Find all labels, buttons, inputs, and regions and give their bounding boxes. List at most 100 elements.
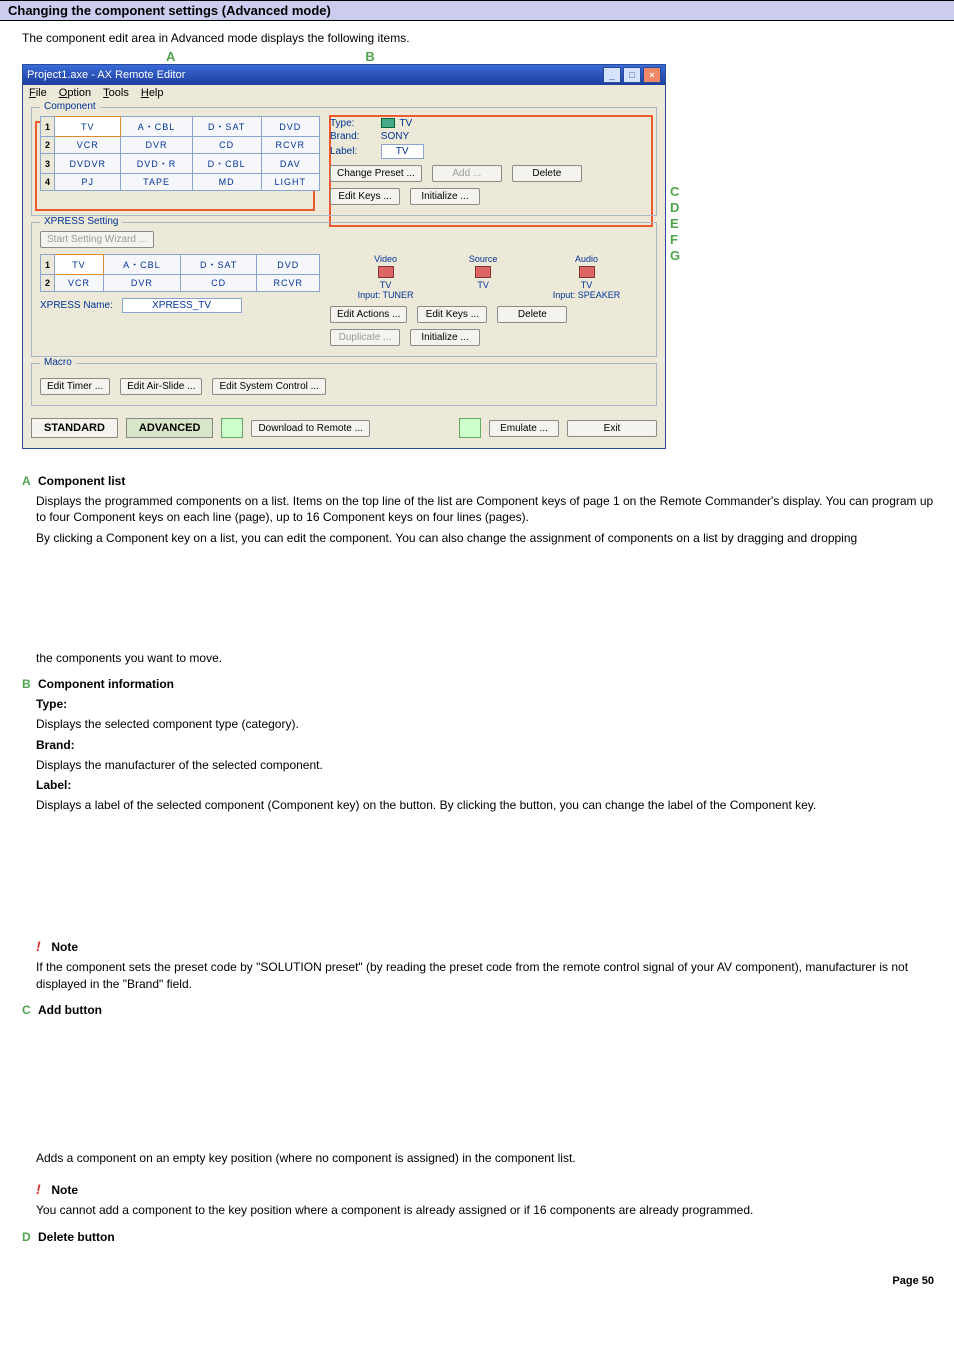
edit-airslide-button[interactable]: Edit Air-Slide ...	[120, 378, 202, 395]
component-key[interactable]: DVDVR	[55, 154, 121, 174]
b-label-d: Displays a label of the selected compone…	[22, 797, 942, 813]
avs-video-val: TV	[358, 280, 414, 290]
section-a-p2: By clicking a Component key on a list, y…	[22, 530, 942, 546]
maximize-icon[interactable]: □	[623, 67, 641, 83]
row-idx: 4	[41, 174, 55, 191]
component-key[interactable]: A・CBL	[121, 117, 192, 137]
duplicate-button[interactable]: Duplicate ...	[330, 329, 400, 346]
type-label: Type:	[330, 118, 378, 129]
component-key[interactable]: RCVR	[261, 137, 319, 154]
section-c-title: Add button	[38, 1003, 102, 1017]
group-component-legend: Component	[40, 101, 100, 112]
b-type-k: Type:	[36, 697, 67, 711]
c-note-head: ! Note	[22, 1180, 942, 1198]
row-idx: 2	[41, 137, 55, 154]
section-d-title: Delete button	[38, 1230, 115, 1244]
avs-source-val: TV	[469, 280, 498, 290]
intro-text: The component edit area in Advanced mode…	[0, 21, 954, 49]
callout-g: G	[666, 248, 680, 264]
avs-audio-label: Audio	[553, 254, 621, 264]
xpress-name-field[interactable]: XPRESS_TV	[122, 298, 242, 313]
xpress-delete-button[interactable]: Delete	[497, 306, 567, 323]
add-button[interactable]: Add ...	[432, 165, 502, 182]
section-b-head: B Component information	[22, 676, 942, 692]
edit-actions-button[interactable]: Edit Actions ...	[330, 306, 407, 323]
edit-syscontrol-button[interactable]: Edit System Control ...	[212, 378, 325, 395]
callout-d: D	[666, 200, 680, 216]
component-key[interactable]: TAPE	[121, 174, 192, 191]
component-key[interactable]: VCR	[55, 137, 121, 154]
tv-icon	[381, 118, 395, 128]
component-key[interactable]: DVD・R	[121, 154, 192, 174]
section-b-title: Component information	[38, 677, 174, 691]
bottom-bar: STANDARD ADVANCED Download to Remote ...…	[23, 412, 665, 448]
callout-c: C	[666, 184, 680, 200]
download-button[interactable]: Download to Remote ...	[251, 420, 370, 437]
component-key[interactable]: D・SAT	[192, 117, 261, 137]
menu-help[interactable]: Help	[141, 87, 164, 99]
xpress-key[interactable]: DVD	[257, 255, 320, 275]
warning-icon: !	[36, 937, 44, 951]
component-key[interactable]: LIGHT	[261, 174, 319, 191]
row-idx: 1	[41, 255, 55, 275]
section-heading: Changing the component settings (Advance…	[0, 0, 954, 21]
avs-video-label: Video	[358, 254, 414, 264]
tab-standard[interactable]: STANDARD	[31, 418, 118, 438]
xpress-edit-keys-button[interactable]: Edit Keys ...	[417, 306, 487, 323]
exit-button[interactable]: Exit	[567, 420, 657, 437]
component-key[interactable]: TV	[55, 117, 121, 137]
section-a-p3: the components you want to move.	[22, 650, 942, 666]
letter-b: B	[22, 677, 31, 691]
warning-icon: !	[36, 1180, 44, 1194]
group-xpress-legend: XPRESS Setting	[40, 216, 122, 227]
tab-advanced[interactable]: ADVANCED	[126, 418, 214, 438]
component-key[interactable]: DAV	[261, 154, 319, 174]
label-button[interactable]: TV	[381, 144, 424, 159]
xpress-key[interactable]: CD	[180, 275, 257, 292]
xpress-key[interactable]: A・CBL	[103, 255, 180, 275]
menu-option[interactable]: Option	[59, 87, 91, 99]
component-key[interactable]: DVR	[121, 137, 192, 154]
xpress-key[interactable]: RCVR	[257, 275, 320, 292]
tv-icon	[475, 266, 491, 278]
avs-source-label: Source	[469, 254, 498, 264]
component-key[interactable]: DVD	[261, 117, 319, 137]
start-wizard-button[interactable]: Start Setting Wizard ...	[40, 231, 154, 248]
group-macro: Macro Edit Timer ... Edit Air-Slide ... …	[31, 363, 657, 406]
brand-label: Brand:	[330, 131, 378, 142]
c-note-d: You cannot add a component to the key po…	[22, 1202, 942, 1218]
b-type-d: Displays the selected component type (ca…	[22, 716, 942, 732]
edit-keys-button[interactable]: Edit Keys ...	[330, 188, 400, 205]
component-key[interactable]: MD	[192, 174, 261, 191]
callout-b: B	[365, 49, 374, 64]
emulate-button[interactable]: Emulate ...	[489, 420, 559, 437]
minimize-icon[interactable]: _	[603, 67, 621, 83]
menu-tools[interactable]: Tools	[103, 87, 129, 99]
initialize-button[interactable]: Initialize ...	[410, 188, 480, 205]
xpress-key[interactable]: VCR	[55, 275, 104, 292]
row-idx: 3	[41, 154, 55, 174]
xpress-key[interactable]: TV	[55, 255, 104, 275]
xpress-initialize-button[interactable]: Initialize ...	[410, 329, 480, 346]
edit-timer-button[interactable]: Edit Timer ...	[40, 378, 110, 395]
page-number: Page 50	[0, 1245, 954, 1297]
menubar: File Option Tools Help	[23, 85, 665, 101]
remote-icon	[459, 418, 481, 438]
xpress-key[interactable]: DVR	[103, 275, 180, 292]
b-label-k: Label:	[36, 778, 71, 792]
c-note-title: Note	[51, 1183, 78, 1197]
wizard-icon[interactable]	[221, 418, 243, 438]
component-key[interactable]: D・CBL	[192, 154, 261, 174]
side-callouts: C D E F G	[666, 184, 680, 264]
group-xpress: XPRESS Setting Start Setting Wizard ... …	[31, 222, 657, 357]
tv-icon	[378, 266, 394, 278]
section-c-p1: Adds a component on an empty key positio…	[22, 1150, 942, 1166]
brand-value: SONY	[381, 131, 409, 142]
menu-file[interactable]: File	[29, 87, 47, 99]
component-key[interactable]: CD	[192, 137, 261, 154]
change-preset-button[interactable]: Change Preset ...	[330, 165, 422, 182]
delete-button[interactable]: Delete	[512, 165, 582, 182]
xpress-key[interactable]: D・SAT	[180, 255, 257, 275]
close-icon[interactable]: ×	[643, 67, 661, 83]
component-key[interactable]: PJ	[55, 174, 121, 191]
